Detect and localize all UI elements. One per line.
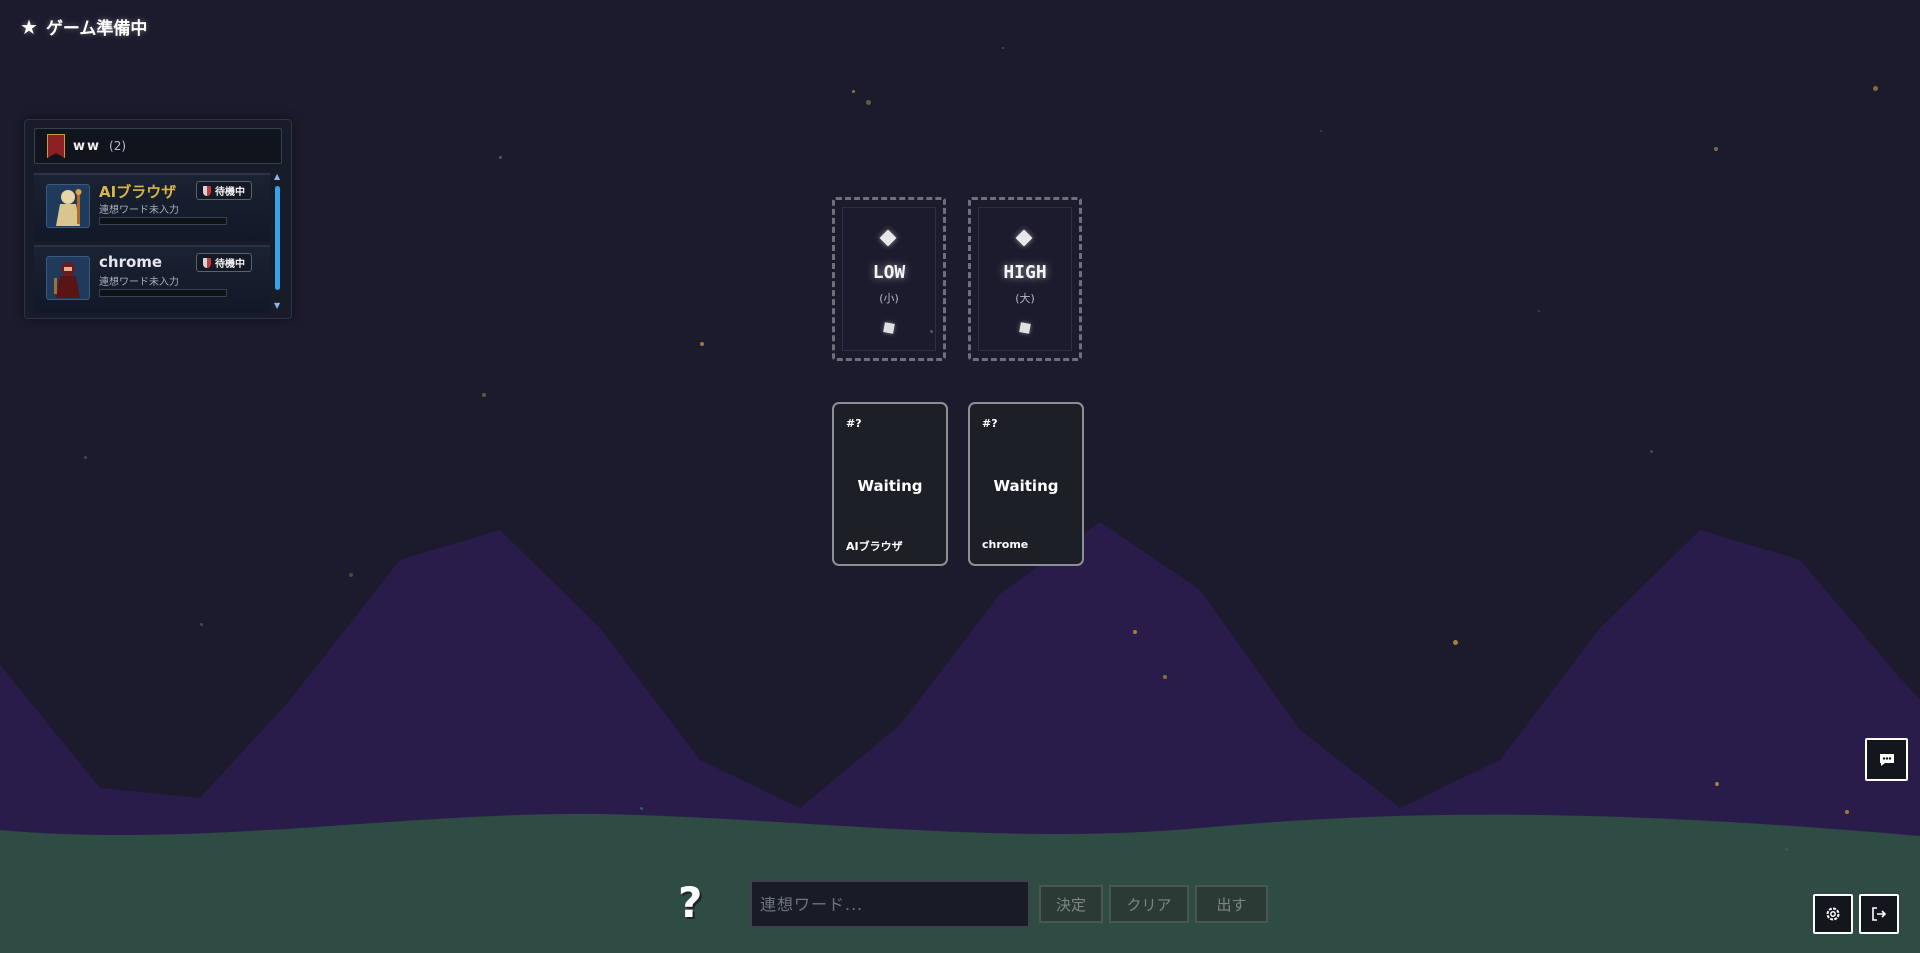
player-word-status: 連想ワード未入力 [99,277,179,288]
status-text: ゲーム準備中 [45,19,148,39]
scroll-thumb[interactable] [275,186,280,290]
slot-sublabel: (小) [879,292,899,305]
card-owner: chrome [982,538,1029,551]
settings-button[interactable] [1813,894,1853,934]
player-list: AIブラウザ 連想ワード未入力 待機中 chrome 連想ワード未入力 待機中 [34,173,270,317]
badge-label: 待機中 [215,187,245,198]
shield-icon [203,257,211,268]
gear-icon [1826,907,1840,921]
player-card[interactable]: #? Waiting AIブラウザ [832,402,948,566]
crystal-icon [883,322,895,334]
player-progress-bar [99,289,227,297]
play-button[interactable]: 出す [1195,885,1268,923]
mage-avatar-icon [56,189,82,226]
player-name: AIブラウザ [99,183,177,201]
player-list-scrollbar[interactable]: ▲ ▼ [274,172,281,310]
guild-banner-icon [47,134,65,158]
hint-question-icon[interactable]: ? [678,878,702,927]
status-badge: 待機中 [196,253,252,272]
slot-label: LOW [872,262,906,283]
game-status: ★ ゲーム準備中 [20,14,148,40]
association-word-input[interactable] [750,880,1030,928]
card-state: Waiting [857,477,923,495]
player-name: chrome [99,253,163,271]
chat-bubble-icon [1879,753,1894,766]
low-drop-slot[interactable]: LOW (小) [832,197,946,361]
badge-label: 待機中 [215,259,245,270]
room-player-count: (2) [109,139,127,153]
player-progress-bar [99,217,227,225]
player-row[interactable]: AIブラウザ 連想ワード未入力 待機中 [34,173,270,241]
card-state: Waiting [993,477,1059,495]
logout-icon [1872,907,1887,921]
chat-button[interactable] [1865,738,1908,781]
player-word-status: 連想ワード未入力 [99,205,179,216]
star-icon: ★ [20,14,38,39]
slot-label: HIGH [1003,262,1047,283]
room-name: ww [73,138,102,154]
decide-button[interactable]: 決定 [1039,885,1103,923]
exit-button[interactable] [1859,894,1899,934]
player-card[interactable]: #? Waiting chrome [968,402,1084,566]
avatar [46,184,90,228]
card-number: #? [982,417,998,430]
shield-icon [203,185,211,196]
player-panel: ww (2) AIブラウザ 連想ワード未入力 待機中 chrome 連想ワード未… [24,119,292,319]
clear-button[interactable]: クリア [1109,885,1189,923]
high-drop-slot[interactable]: HIGH (大) [968,197,1082,361]
card-number: #? [846,417,862,430]
status-badge: 待機中 [196,181,252,200]
scroll-down-icon[interactable]: ▼ [274,301,280,310]
room-header[interactable]: ww (2) [34,128,282,164]
player-row[interactable]: chrome 連想ワード未入力 待機中 [34,245,270,313]
slot-sublabel: (大) [1015,292,1035,305]
warrior-avatar-icon [54,262,80,298]
avatar [46,256,90,300]
scroll-up-icon[interactable]: ▲ [274,172,280,181]
card-owner: AIブラウザ [846,540,903,553]
crystal-icon [1019,322,1031,334]
